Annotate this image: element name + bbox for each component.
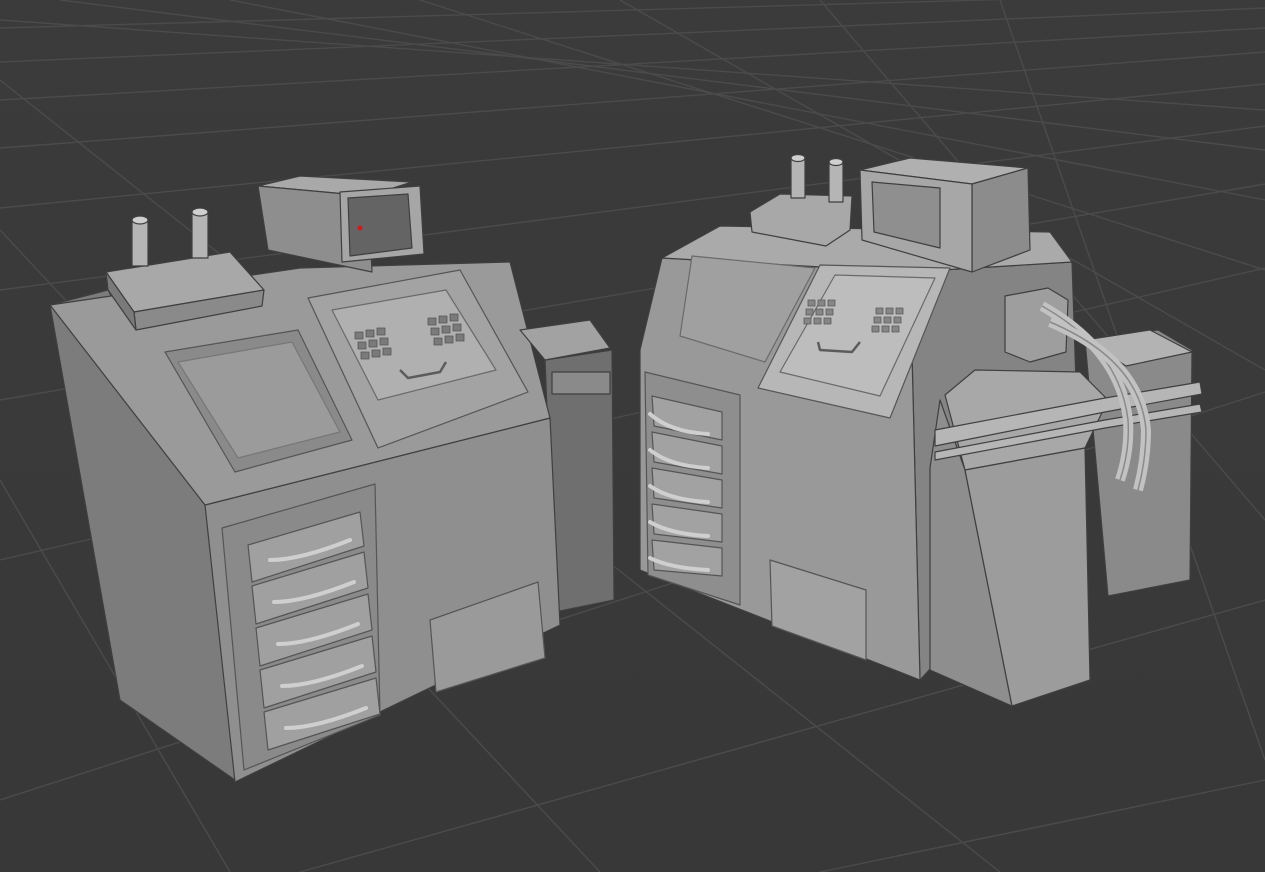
drawer-stack-left: [247, 511, 381, 751]
viewport-canvas[interactable]: [0, 0, 1265, 872]
peg-right-2: [828, 157, 844, 203]
indicator-light: [357, 225, 363, 231]
peg-left-2: [191, 207, 209, 259]
peg-right-1: [790, 153, 806, 199]
3d-viewport[interactable]: [0, 0, 1265, 872]
peg-left-1: [131, 215, 149, 267]
